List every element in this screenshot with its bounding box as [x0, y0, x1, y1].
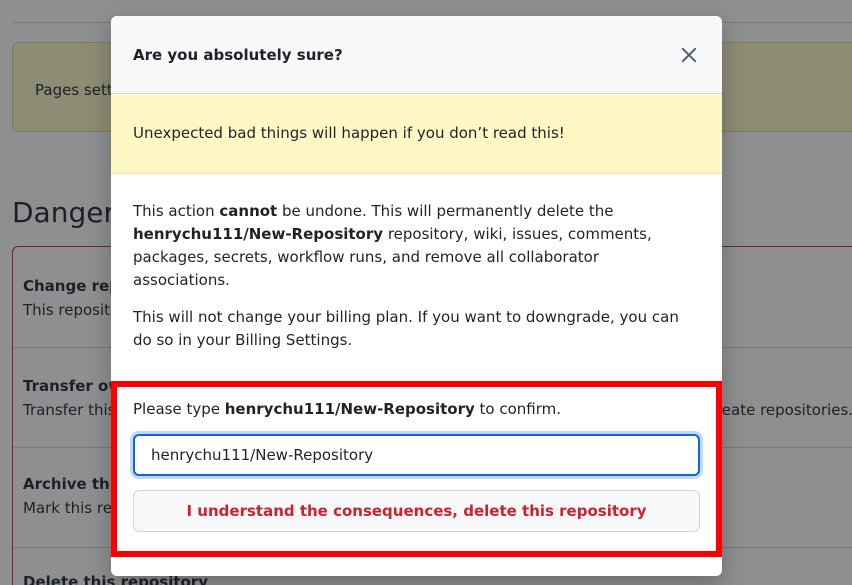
- warning-banner: Unexpected bad things will happen if you…: [111, 94, 722, 174]
- dialog-header: Are you absolutely sure?: [111, 16, 722, 94]
- consequence-text: be undone. This will permanently delete …: [277, 202, 614, 220]
- close-icon: [681, 47, 697, 63]
- close-button[interactable]: [678, 44, 700, 66]
- confirm-instruction: Please type henrychu111/New-Repository t…: [133, 398, 700, 420]
- cannot-emphasis: cannot: [219, 202, 278, 220]
- dialog-body: This action cannot be undone. This will …: [133, 200, 700, 366]
- consequence-paragraph: This action cannot be undone. This will …: [133, 200, 700, 292]
- billing-paragraph: This will not change your billing plan. …: [133, 308, 679, 349]
- confirm-repo-input[interactable]: [133, 434, 700, 476]
- warning-text: Unexpected bad things will happen if you…: [133, 124, 565, 142]
- repo-name: henrychu111/New-Repository: [133, 225, 384, 243]
- confirm-repo-name: henrychu111/New-Repository: [224, 400, 475, 418]
- delete-repository-button[interactable]: I understand the consequences, delete th…: [133, 490, 700, 532]
- dialog-title: Are you absolutely sure?: [133, 46, 343, 64]
- delete-repo-dialog: Are you absolutely sure? Unexpected bad …: [111, 16, 722, 576]
- consequence-text: This action: [133, 202, 220, 220]
- confirm-text: to confirm.: [474, 400, 562, 418]
- confirm-text: Please type: [133, 400, 225, 418]
